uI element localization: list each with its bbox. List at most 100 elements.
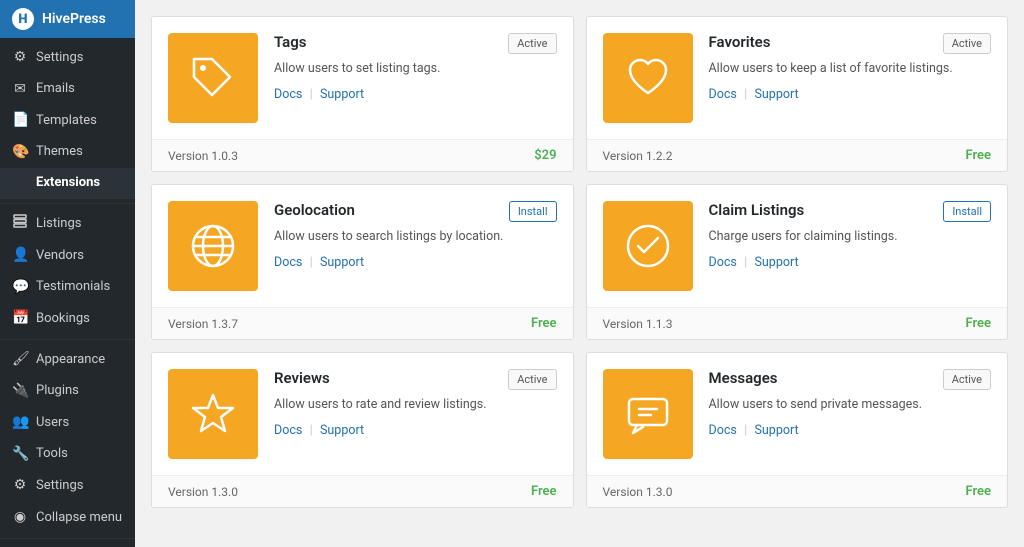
emails-icon: ✉	[12, 80, 28, 100]
logo[interactable]: H HivePress	[0, 0, 135, 38]
ext-support-link[interactable]: Support	[754, 87, 798, 102]
ext-info: Geolocation Install Allow users to searc…	[274, 201, 557, 291]
plugins-icon: 🔌	[12, 382, 28, 402]
ext-description: Allow users to rate and review listings.	[274, 396, 557, 415]
ext-info: Messages Active Allow users to send priv…	[709, 369, 992, 459]
ext-card-footer: Version 1.3.0 Free	[587, 475, 1008, 507]
vendors-icon: 👤	[12, 246, 28, 266]
listings-icon	[12, 214, 28, 235]
ext-icon-heart	[603, 33, 693, 123]
ext-docs-link[interactable]: Docs	[709, 423, 737, 438]
ext-support-link[interactable]: Support	[754, 423, 798, 438]
ext-version: Version 1.3.0	[168, 485, 238, 499]
ext-info: Claim Listings Install Charge users for …	[709, 201, 992, 291]
bookings-icon: 📅	[12, 309, 28, 329]
sidebar-item-tools[interactable]: 🔧 Tools	[0, 439, 135, 471]
ext-icon-check-circle	[603, 201, 693, 291]
sidebar-bot-section: 🖌 Appearance 🔌 Plugins 👥 Users 🔧 Tools ⚙…	[0, 340, 135, 539]
extensions-grid: Tags Active Allow users to set listing t…	[151, 16, 1008, 508]
ext-status-badge: Active	[508, 369, 556, 390]
extension-card-messages: Messages Active Allow users to send priv…	[586, 352, 1009, 508]
extension-card-geolocation: Geolocation Install Allow users to searc…	[151, 184, 574, 340]
ext-version: Version 1.3.7	[168, 317, 238, 331]
sidebar-item-label: Vendors	[36, 247, 84, 265]
ext-card-top: Tags Active Allow users to set listing t…	[152, 17, 573, 139]
sidebar-item-settings[interactable]: ⚙ Settings	[0, 42, 135, 74]
ext-links: Docs | Support	[274, 87, 557, 102]
sidebar-item-collapse[interactable]: ◉ Collapse menu	[0, 502, 135, 534]
ext-description: Allow users to set listing tags.	[274, 60, 557, 79]
appearance-icon: 🖌	[12, 350, 28, 370]
sidebar-item-appearance[interactable]: 🖌 Appearance	[0, 344, 135, 376]
sidebar-item-label: Plugins	[36, 382, 79, 400]
sidebar-item-themes[interactable]: 🎨 Themes	[0, 137, 135, 169]
ext-description: Allow users to send private messages.	[709, 396, 992, 415]
sidebar-item-users[interactable]: 👥 Users	[0, 407, 135, 439]
ext-price: Free	[965, 484, 991, 499]
sidebar-item-label: Testimonials	[36, 278, 110, 296]
ext-title: Tags	[274, 33, 307, 51]
ext-card-top: Claim Listings Install Charge users for …	[587, 185, 1008, 307]
ext-links: Docs | Support	[274, 423, 557, 438]
sidebar-item-listings[interactable]: Listings	[0, 208, 135, 241]
themes-icon: 🎨	[12, 143, 28, 163]
ext-status-badge[interactable]: Install	[509, 201, 557, 222]
ext-links: Docs | Support	[709, 255, 992, 270]
ext-info-header: Tags Active	[274, 33, 557, 54]
ext-docs-link[interactable]: Docs	[274, 255, 302, 270]
ext-info-header: Claim Listings Install	[709, 201, 992, 222]
users-icon: 👥	[12, 413, 28, 433]
ext-links-separator: |	[744, 87, 747, 102]
sidebar-item-label: Listings	[36, 215, 81, 233]
ext-info-header: Messages Active	[709, 369, 992, 390]
ext-info-header: Reviews Active	[274, 369, 557, 390]
ext-info-header: Geolocation Install	[274, 201, 557, 222]
ext-card-top: Reviews Active Allow users to rate and r…	[152, 353, 573, 475]
sidebar-item-plugins[interactable]: 🔌 Plugins	[0, 376, 135, 408]
sidebar-item-label: Appearance	[36, 351, 105, 369]
sidebar-item-label: Bookings	[36, 310, 90, 328]
sidebar-item-settings2[interactable]: ⚙ Settings	[0, 470, 135, 502]
ext-status-badge: Active	[943, 369, 991, 390]
main-content: Tags Active Allow users to set listing t…	[135, 0, 1024, 547]
ext-price: $29	[534, 148, 556, 163]
ext-docs-link[interactable]: Docs	[709, 255, 737, 270]
ext-card-footer: Version 1.3.0 Free	[152, 475, 573, 507]
ext-docs-link[interactable]: Docs	[274, 423, 302, 438]
sidebar-item-bookings[interactable]: 📅 Bookings	[0, 303, 135, 335]
ext-support-link[interactable]: Support	[320, 87, 364, 102]
sidebar-item-label: Settings	[36, 49, 83, 67]
sidebar-item-vendors[interactable]: 👤 Vendors	[0, 240, 135, 272]
ext-card-footer: Version 1.2.2 Free	[587, 139, 1008, 171]
sidebar-item-label: Settings	[36, 477, 83, 495]
ext-price: Free	[965, 316, 991, 331]
sidebar-item-emails[interactable]: ✉ Emails	[0, 74, 135, 106]
ext-card-footer: Version 1.3.7 Free	[152, 307, 573, 339]
ext-description: Charge users for claiming listings.	[709, 228, 992, 247]
ext-links-separator: |	[744, 423, 747, 438]
ext-support-link[interactable]: Support	[754, 255, 798, 270]
sidebar-item-testimonials[interactable]: 💬 Testimonials	[0, 272, 135, 304]
ext-links-separator: |	[310, 255, 313, 270]
ext-description: Allow users to search listings by locati…	[274, 228, 557, 247]
ext-docs-link[interactable]: Docs	[709, 87, 737, 102]
sidebar-mid-section: Listings 👤 Vendors 💬 Testimonials 📅 Book…	[0, 204, 135, 340]
ext-docs-link[interactable]: Docs	[274, 87, 302, 102]
ext-links: Docs | Support	[709, 423, 992, 438]
sidebar-item-templates[interactable]: 📄 Templates	[0, 105, 135, 137]
extension-card-favorites: Favorites Active Allow users to keep a l…	[586, 16, 1009, 172]
ext-price: Free	[531, 316, 557, 331]
testimonials-icon: 💬	[12, 278, 28, 298]
sidebar-item-label: Tools	[36, 445, 68, 463]
ext-support-link[interactable]: Support	[320, 255, 364, 270]
ext-info: Favorites Active Allow users to keep a l…	[709, 33, 992, 123]
ext-version: Version 1.3.0	[603, 485, 673, 499]
ext-title: Geolocation	[274, 201, 355, 219]
ext-support-link[interactable]: Support	[320, 423, 364, 438]
ext-status-badge: Active	[943, 33, 991, 54]
sidebar: H HivePress ⚙ Settings ✉ Emails 📄 Templa…	[0, 0, 135, 547]
extension-card-reviews: Reviews Active Allow users to rate and r…	[151, 352, 574, 508]
ext-status-badge[interactable]: Install	[943, 201, 991, 222]
sidebar-item-extensions[interactable]: Extensions	[0, 168, 135, 198]
ext-title: Claim Listings	[709, 201, 805, 219]
